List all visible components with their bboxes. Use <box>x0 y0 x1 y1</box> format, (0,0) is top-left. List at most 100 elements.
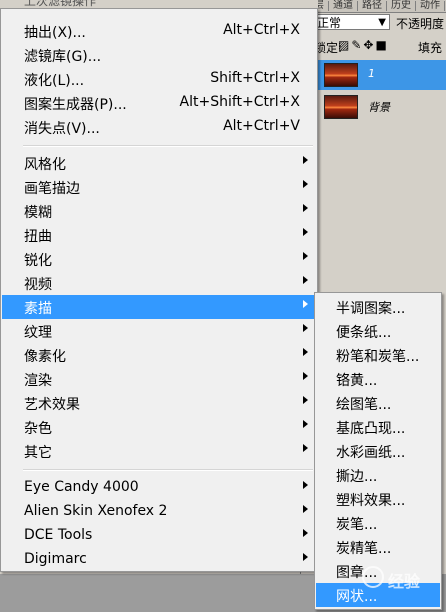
menu-item-noise[interactable]: 杂色 <box>2 415 316 439</box>
menu-item-pattern-maker[interactable]: 图案生成器(P)... Alt+Shift+Ctrl+X <box>2 91 316 115</box>
submenu-item-charcoal[interactable]: 炭笔... <box>316 511 440 535</box>
blend-mode-select[interactable]: 正常 ▼ <box>312 14 390 30</box>
submenu-item-label: 半调图案... <box>336 301 406 317</box>
submenu-arrow-icon <box>303 156 308 164</box>
menu-item-dce-tools[interactable]: DCE Tools <box>2 524 316 548</box>
submenu-arrow-icon <box>303 348 308 356</box>
layer-name: 背景 <box>368 101 390 114</box>
menu-item-label: 扭曲 <box>24 229 52 245</box>
blend-mode-value: 正常 <box>317 16 342 30</box>
menu-item-pixelate[interactable]: 像素化 <box>2 343 316 367</box>
submenu-arrow-icon <box>303 252 308 260</box>
layer-thumbnail <box>324 95 358 119</box>
menu-item-label: 纹理 <box>24 325 52 341</box>
submenu-arrow-icon <box>303 396 308 404</box>
menu-item-label: 锐化 <box>24 253 52 269</box>
submenu-item-label: 塑料效果... <box>336 493 406 509</box>
lock-all-icon[interactable]: ■ <box>375 38 388 52</box>
tab-actions[interactable]: 动作 <box>416 1 445 11</box>
submenu-arrow-icon <box>303 553 308 561</box>
menu-item-shortcut: Alt+Shift+Ctrl+X <box>179 94 300 110</box>
menu-item-shortcut: Alt+Ctrl+X <box>223 22 300 38</box>
menu-item-artistic[interactable]: 艺术效果 <box>2 391 316 415</box>
menu-item-filter-gallery[interactable]: 滤镜库(G)... <box>2 43 316 67</box>
layer-name: 1 <box>368 67 375 80</box>
submenu-arrow-icon <box>303 228 308 236</box>
menu-item-video[interactable]: 视频 <box>2 271 316 295</box>
lock-move-icon[interactable]: ✥ <box>363 38 375 52</box>
submenu-item-label: 绘图笔... <box>336 397 392 413</box>
tab-history[interactable]: 历史 <box>387 1 416 11</box>
submenu-arrow-icon <box>303 505 308 513</box>
submenu-item-bas-relief[interactable]: 基底凸现... <box>316 415 440 439</box>
menu-item-texture[interactable]: 纹理 <box>2 319 316 343</box>
menu-item-label: 渲染 <box>24 373 52 389</box>
submenu-arrow-icon <box>303 180 308 188</box>
menu-item-label: Alien Skin Xenofex 2 <box>24 503 168 519</box>
chevron-down-icon: ▼ <box>378 17 386 28</box>
menu-item-label: 液化(L)... <box>24 73 85 89</box>
menu-item-render[interactable]: 渲染 <box>2 367 316 391</box>
menu-item-brush-strokes[interactable]: 画笔描边 <box>2 175 316 199</box>
layer-row-1[interactable]: 1 <box>314 60 446 90</box>
layer-thumbnail <box>324 63 358 87</box>
menu-item-other[interactable]: 其它 <box>2 439 316 463</box>
submenu-item-label: 撕边... <box>336 469 378 485</box>
submenu-arrow-icon <box>303 372 308 380</box>
submenu-arrow-icon <box>303 420 308 428</box>
submenu-arrow-icon <box>303 300 308 308</box>
menu-item-sketch[interactable]: 素描 <box>2 295 316 319</box>
submenu-item-halftone[interactable]: 半调图案... <box>316 295 440 319</box>
submenu-item-graphic-pen[interactable]: 绘图笔... <box>316 391 440 415</box>
submenu-item-conte-crayon[interactable]: 炭精笔... <box>316 535 440 559</box>
lock-row: 锁定: ▨✎✥■ 填充 <box>300 36 446 56</box>
blend-row: 正常 ▼ 不透明度 <box>300 12 446 32</box>
menu-item-distort[interactable]: 扭曲 <box>2 223 316 247</box>
watermark-text: 经验 <box>388 572 421 591</box>
menu-item-label: 视频 <box>24 277 52 293</box>
sketch-submenu: 半调图案... 便条纸... 粉笔和炭笔... 铬黄... 绘图笔... 基底凸… <box>314 292 442 610</box>
menu-item-label: 杂色 <box>24 421 52 437</box>
lock-transparency-icon[interactable]: ▨ <box>338 38 351 52</box>
tab-channels[interactable]: 通道 <box>329 1 358 11</box>
submenu-item-plaster[interactable]: 塑料效果... <box>316 487 440 511</box>
menu-item-blur[interactable]: 模糊 <box>2 199 316 223</box>
menu-item-label: 艺术效果 <box>24 397 80 413</box>
menu-separator <box>23 145 313 147</box>
menu-item-eye-candy[interactable]: Eye Candy 4000 <box>2 476 316 500</box>
submenu-item-label: 基底凸现... <box>336 421 406 437</box>
submenu-arrow-icon <box>303 204 308 212</box>
watermark-circle-icon <box>362 566 384 588</box>
menu-item-stylize[interactable]: 风格化 <box>2 151 316 175</box>
tab-paths[interactable]: 路径 <box>358 1 387 11</box>
menu-item-label: 其它 <box>24 445 52 461</box>
submenu-item-chrome[interactable]: 铬黄... <box>316 367 440 391</box>
menu-item-label: 消失点(V)... <box>24 121 100 137</box>
submenu-item-torn-edges[interactable]: 撕边... <box>316 463 440 487</box>
menu-item-label: 像素化 <box>24 349 66 365</box>
submenu-arrow-icon <box>303 444 308 452</box>
menu-item-liquify[interactable]: 液化(L)... Shift+Ctrl+X <box>2 67 316 91</box>
menu-item-label: 滤镜库(G)... <box>24 49 102 65</box>
watermark-logo: 经验 <box>362 564 446 594</box>
submenu-item-water-paper[interactable]: 水彩画纸... <box>316 439 440 463</box>
submenu-item-chalk-charcoal[interactable]: 粉笔和炭笔... <box>316 343 440 367</box>
menu-item-vanishing-point[interactable]: 消失点(V)... Alt+Ctrl+V <box>2 115 316 139</box>
menu-item-sharpen[interactable]: 锐化 <box>2 247 316 271</box>
menu-item-label: 素描 <box>24 301 52 317</box>
submenu-item-label: 粉笔和炭笔... <box>336 349 420 365</box>
lock-icons: ▨✎✥■ <box>338 38 389 52</box>
menu-item-extract[interactable]: 抽出(X)... Alt+Ctrl+X <box>2 19 316 43</box>
submenu-item-label: 便条纸... <box>336 325 392 341</box>
layer-row-background[interactable]: 背景 <box>314 92 446 122</box>
menu-item-shortcut: Shift+Ctrl+X <box>210 70 300 86</box>
menu-item-label: 抽出(X)... <box>24 25 86 41</box>
lock-brush-icon[interactable]: ✎ <box>351 38 363 52</box>
submenu-item-label: 炭精笔... <box>336 541 392 557</box>
opacity-label: 不透明度 <box>396 17 445 31</box>
submenu-item-note-paper[interactable]: 便条纸... <box>316 319 440 343</box>
submenu-arrow-icon <box>303 324 308 332</box>
menu-item-label: 图案生成器(P)... <box>24 97 127 113</box>
menu-item-xenofex[interactable]: Alien Skin Xenofex 2 <box>2 500 316 524</box>
menu-item-digimarc[interactable]: Digimarc <box>2 548 316 572</box>
